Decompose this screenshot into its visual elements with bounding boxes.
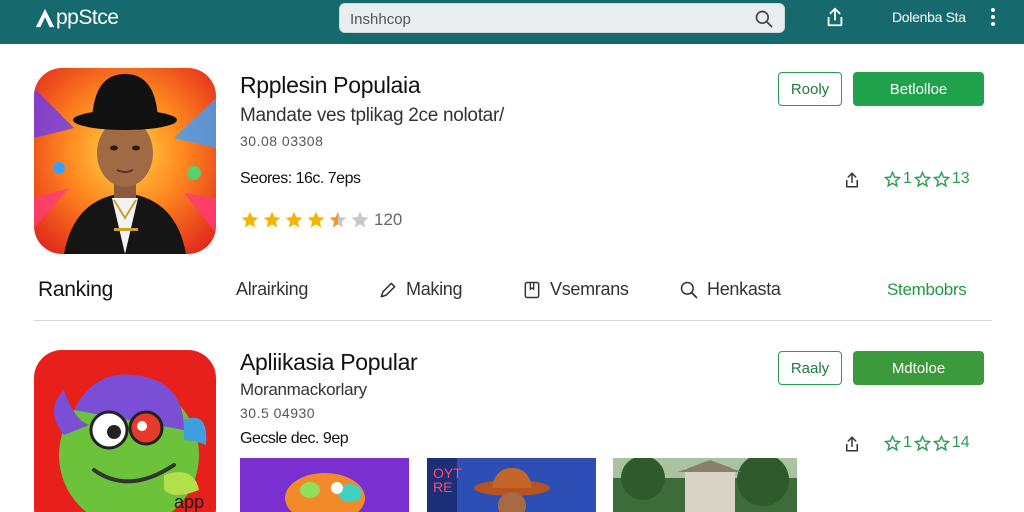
ranking-nav: Ranking Alrairking Making Vsemrans Henka… (0, 270, 1024, 310)
screenshot-thumbnail[interactable] (240, 458, 409, 512)
star-icon (263, 211, 281, 228)
app-icon-image[interactable]: app (34, 350, 216, 512)
top-bar: ppStce Dolenba Sta (0, 0, 1024, 44)
star-icon (241, 211, 259, 228)
tab-making[interactable]: Making (378, 279, 463, 300)
app-icon-illustration (34, 68, 216, 254)
divider (34, 320, 992, 321)
app-subtitle: Moranmackorlary (240, 380, 367, 399)
tab-label: Henkasta (707, 279, 781, 299)
see-more-link[interactable]: Stembobrs (887, 280, 967, 300)
app-store-logo[interactable]: ppStce (34, 6, 119, 30)
more-options-icon[interactable] (984, 6, 1002, 28)
tab-label: Making (406, 279, 463, 299)
rating-summary: 1 13 (884, 170, 970, 188)
tab-vsemrans[interactable]: Vsemrans (522, 279, 629, 300)
star-icon (285, 211, 303, 228)
logo-text: ppStce (56, 6, 119, 29)
app-icon-image[interactable] (34, 68, 216, 254)
app-meta: 30.08 03308 (240, 133, 324, 149)
thumbnail-text: OYT RE (433, 465, 462, 495)
app-icon-illustration (34, 350, 216, 512)
app-store-logo-icon (35, 8, 55, 28)
app-badge-text: app (174, 492, 205, 512)
star-outline-icon (913, 170, 931, 187)
search-bar[interactable] (339, 3, 785, 33)
thumbnail-illustration (613, 458, 797, 512)
search-input[interactable] (350, 8, 740, 30)
share-icon[interactable] (843, 434, 861, 454)
thumbnail-illustration (240, 458, 409, 512)
star-outline-icon (932, 434, 950, 451)
app-meta: 30.5 04930 (240, 405, 316, 421)
rating-value: 14 (951, 434, 970, 451)
pen-icon (380, 282, 396, 297)
app-detail: Seores: 16c. 7eps (240, 170, 361, 187)
search-icon (680, 281, 698, 298)
star-rating: 120 (240, 210, 402, 230)
half-star-icon (329, 211, 347, 228)
share-icon[interactable] (843, 170, 861, 190)
screenshot-thumbnail[interactable] (613, 458, 797, 512)
star-outline-icon (884, 170, 901, 187)
ready-button[interactable]: Rooly (778, 72, 842, 106)
star-outline-icon (932, 170, 950, 187)
app-subtitle: Mandate ves tplikag 2ce nolotar/ (240, 105, 504, 126)
rating-summary: 1 14 (884, 434, 970, 452)
rating-value: 13 (951, 170, 970, 187)
tab-alrairking[interactable]: Alrairking (236, 279, 308, 300)
star-outline-icon (884, 434, 901, 451)
star-icon (307, 211, 325, 228)
screenshot-thumbnail[interactable]: OYT RE (427, 458, 596, 512)
review-count: 120 (374, 210, 403, 229)
share-icon[interactable] (824, 6, 846, 28)
install-button[interactable]: Mdtoloe (853, 351, 984, 385)
app-title[interactable]: Apliikasia Popular (240, 349, 418, 376)
tab-label: Alrairking (236, 279, 309, 299)
star-outline-icon (913, 434, 931, 451)
app-detail: Gecsle dec. 9ep (240, 430, 349, 447)
install-button[interactable]: Betlolloe (853, 72, 984, 106)
bookmark-icon (524, 281, 540, 298)
empty-star-icon (351, 211, 369, 228)
ready-button[interactable]: Raaly (778, 351, 842, 385)
search-icon[interactable] (754, 9, 774, 29)
tab-label: Vsemrans (550, 279, 629, 299)
app-title[interactable]: Rpplesin Populaia (240, 72, 421, 99)
tab-henkasta[interactable]: Henkasta (679, 279, 781, 300)
account-name[interactable]: Dolenba Sta (892, 9, 966, 25)
ranking-title: Ranking (38, 278, 113, 301)
